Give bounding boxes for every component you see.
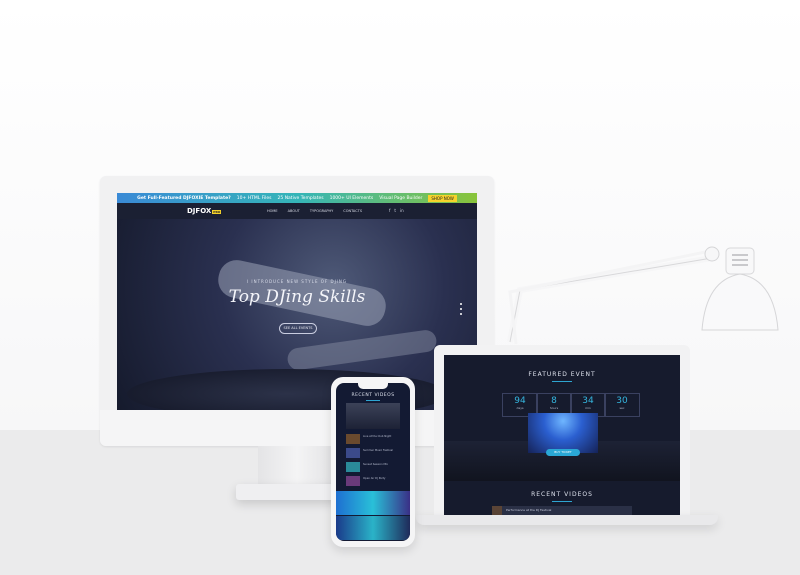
menu-item-typography[interactable]: TYPOGRAPHY xyxy=(310,209,333,213)
title-underline xyxy=(552,381,572,382)
main-menu: HOME ABOUT TYPOGRAPHY CONTACTS xyxy=(267,209,362,213)
gallery-image[interactable] xyxy=(336,516,410,540)
video-item[interactable]: Sunset Session Mix xyxy=(346,461,400,473)
countdown-label: sec xyxy=(619,406,625,410)
video-item[interactable]: Summer Music Festival xyxy=(346,447,400,459)
video-title: Sunset Session Mix xyxy=(363,463,388,466)
video-thumbnail xyxy=(346,462,360,472)
desktop-screen: Get Full-Featured DJFOXIE Template? 10+ … xyxy=(117,193,477,410)
gallery-image[interactable] xyxy=(336,491,410,515)
desk-lamp xyxy=(507,246,779,345)
smartphone: RECENT VIDEOS Live at the Club Night Sum… xyxy=(331,377,415,547)
monitor-stand-neck xyxy=(258,446,336,486)
countdown-value: 34 xyxy=(582,396,594,406)
video-title: Live at the Club Night xyxy=(363,435,392,438)
buy-ticket-button[interactable]: BUY TICKET xyxy=(546,449,580,456)
site-nav: DJFOX PRO HOME ABOUT TYPOGRAPHY CONTACTS … xyxy=(117,203,477,219)
menu-item-home[interactable]: HOME xyxy=(267,209,278,213)
video-thumbnail xyxy=(346,434,360,444)
promo-bar: Get Full-Featured DJFOXIE Template? 10+ … xyxy=(117,193,477,203)
video-title: Summer Music Festival xyxy=(363,449,393,452)
promo-text: Get Full-Featured DJFOXIE Template? xyxy=(137,195,231,201)
menu-item-about[interactable]: ABOUT xyxy=(288,209,300,213)
slider-dots[interactable] xyxy=(460,303,462,315)
hero-subtitle: I INTRODUCE NEW STYLE OF DJING xyxy=(246,279,348,284)
see-all-events-button[interactable]: SEE ALL EVENTS xyxy=(279,323,317,334)
countdown-value: 30 xyxy=(616,396,628,406)
video-title: Performance at the DJ Festival xyxy=(506,508,552,512)
twitter-icon[interactable]: t xyxy=(394,208,396,213)
promo-item: Visual Page Builder xyxy=(379,195,423,201)
phone-screen: RECENT VIDEOS Live at the Club Night Sum… xyxy=(336,383,410,541)
logo-text: DJFOX xyxy=(187,207,212,215)
hero-title: Top DJing Skills xyxy=(228,287,366,307)
countdown-label: days xyxy=(516,406,524,410)
social-links: f t in xyxy=(389,208,404,213)
countdown-value: 8 xyxy=(551,396,557,406)
linkedin-icon[interactable]: in xyxy=(400,208,404,213)
laptop-screen: FEATURED EVENT 94 days 8 hours 34 min 30 sec… xyxy=(444,355,680,517)
facebook-icon[interactable]: f xyxy=(389,208,390,213)
video-thumbnail xyxy=(346,448,360,458)
slider-dot[interactable] xyxy=(460,303,462,305)
video-thumbnail xyxy=(346,476,360,486)
phone-recent-videos-title: RECENT VIDEOS xyxy=(351,393,395,398)
promo-item: 1000+ UI Elements xyxy=(329,195,374,201)
promo-item: 10+ HTML Files xyxy=(236,195,272,201)
shop-now-button[interactable]: SHOP NOW xyxy=(428,194,457,202)
countdown-seconds: 30 sec xyxy=(604,393,640,417)
countdown-value: 94 xyxy=(514,396,526,406)
event-image[interactable] xyxy=(528,413,598,453)
countdown-label: min xyxy=(585,406,591,410)
logo-badge: PRO xyxy=(212,210,222,214)
slider-dot[interactable] xyxy=(460,308,462,310)
title-underline xyxy=(552,501,572,502)
phone-notch xyxy=(358,383,388,389)
promo-item: 25 Native Templates xyxy=(277,195,324,201)
featured-event-title: FEATURED EVENT xyxy=(528,371,596,378)
hero-image xyxy=(117,219,477,410)
video-item[interactable]: Open Air DJ Party xyxy=(346,475,400,487)
hero-arm-shape xyxy=(286,328,438,372)
video-title: Open Air DJ Party xyxy=(363,477,386,480)
menu-item-contacts[interactable]: CONTACTS xyxy=(343,209,362,213)
slider-dot[interactable] xyxy=(460,313,462,315)
countdown-label: hours xyxy=(549,406,559,410)
featured-video[interactable] xyxy=(346,403,400,429)
recent-videos-title: RECENT VIDEOS xyxy=(531,491,593,498)
laptop: FEATURED EVENT 94 days 8 hours 34 min 30 sec… xyxy=(434,345,690,517)
laptop-base xyxy=(416,515,718,525)
video-item[interactable]: Live at the Club Night xyxy=(346,433,400,445)
title-underline xyxy=(366,400,380,401)
site-logo[interactable]: DJFOX PRO xyxy=(187,207,222,215)
